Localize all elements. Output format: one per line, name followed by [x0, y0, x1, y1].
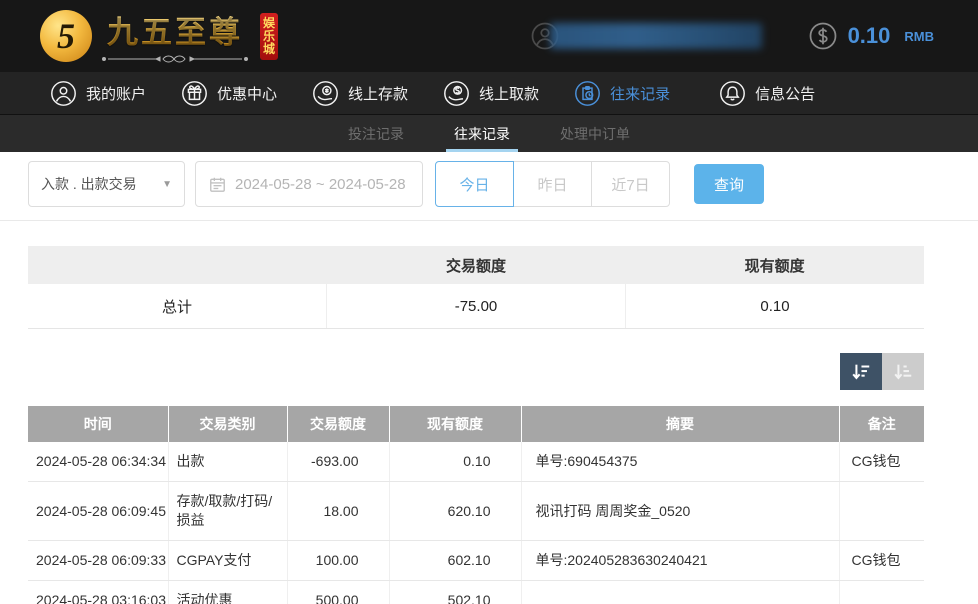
cell-summary [521, 581, 839, 604]
summary-header-row: 交易额度 现有额度 [28, 246, 924, 284]
cell-type: 活动优惠 [168, 581, 287, 604]
balance-amount: 0.10 [848, 23, 891, 49]
cell-balance: 602.10 [389, 541, 521, 581]
divider [0, 220, 978, 221]
logo-flourish-icon [100, 53, 250, 65]
cell-note: CG钱包 [839, 442, 924, 482]
cell-trade-amount: 500.00 [287, 581, 389, 604]
summary-total-row: 总计 -75.00 0.10 [28, 284, 924, 329]
tab-pending-orders[interactable]: 处理中订单 [554, 115, 636, 152]
user-icon [50, 80, 77, 107]
gift-icon [181, 80, 208, 107]
date-range-input[interactable]: 2024-05-28 ~ 2024-05-28 [195, 161, 423, 207]
summary-table: 交易额度 现有额度 总计 -75.00 0.10 [28, 246, 924, 329]
content-area: 入款 . 出款交易 ▼ 2024-05-28 ~ 2024-05-28 今日 昨… [0, 161, 978, 604]
nav-label: 线上取款 [479, 83, 539, 104]
cell-trade-amount: 18.00 [287, 482, 389, 541]
nav-label: 往来记录 [610, 83, 670, 104]
cell-type: CGPAY支付 [168, 541, 287, 581]
cell-time: 2024-05-28 06:09:33 [28, 541, 168, 581]
nav-item-promotions[interactable]: 优惠中心 [177, 80, 281, 107]
cell-trade-amount: -693.00 [287, 442, 389, 482]
nav-item-my-account[interactable]: 我的账户 [46, 80, 150, 107]
summary-header-blank [28, 246, 327, 284]
sort-ascending-button[interactable] [882, 353, 924, 390]
balance-display[interactable]: 0.10 RMB [808, 21, 934, 51]
table-row: 2024-05-28 06:09:45 存款/取款/打码/损益 18.00 62… [28, 482, 924, 541]
col-header-balance: 现有额度 [389, 406, 521, 442]
col-header-time: 时间 [28, 406, 168, 442]
summary-header-trade-amount: 交易额度 [327, 246, 626, 284]
site-logo[interactable]: 5 九五至尊 娱 乐 城 [40, 7, 278, 65]
filter-row: 入款 . 出款交易 ▼ 2024-05-28 ~ 2024-05-28 今日 昨… [28, 161, 978, 207]
balance-currency: RMB [904, 29, 934, 44]
cell-summary: 视讯打码 周周奖金_0520 [521, 482, 839, 541]
cell-balance: 0.10 [389, 442, 521, 482]
record-tabs: 投注记录 往来记录 处理中订单 [0, 115, 978, 152]
summary-balance-total: 0.10 [625, 284, 924, 328]
transactions-table: 时间 交易类别 交易额度 现有额度 摘要 备注 2024-05-28 06:34… [28, 406, 924, 604]
records-icon [574, 80, 601, 107]
username-chip[interactable] [530, 21, 762, 51]
nav-item-transactions[interactable]: 往来记录 [570, 80, 674, 107]
col-header-trade-amount: 交易额度 [287, 406, 389, 442]
col-header-note: 备注 [839, 406, 924, 442]
transaction-type-select[interactable]: 入款 . 出款交易 ▼ [28, 161, 185, 207]
sort-ascending-icon [892, 361, 914, 383]
cell-time: 2024-05-28 03:16:03 [28, 581, 168, 604]
today-button[interactable]: 今日 [435, 161, 514, 207]
tab-transaction-records[interactable]: 往来记录 [448, 115, 516, 152]
logo-monogram-icon: 5 [40, 10, 92, 62]
table-row: 2024-05-28 06:34:34 出款 -693.00 0.10 单号:6… [28, 442, 924, 482]
nav-label: 信息公告 [755, 83, 815, 104]
nav-label: 优惠中心 [217, 83, 277, 104]
summary-trade-total: -75.00 [326, 284, 625, 328]
cell-time: 2024-05-28 06:34:34 [28, 442, 168, 482]
nav-item-withdraw[interactable]: 线上取款 [439, 80, 543, 107]
logo-badge: 娱 乐 城 [260, 13, 278, 60]
sort-controls [0, 353, 924, 390]
withdraw-icon [443, 80, 470, 107]
col-header-summary: 摘要 [521, 406, 839, 442]
quick-range-group: 今日 昨日 近7日 [435, 161, 670, 207]
cell-note: CG钱包 [839, 541, 924, 581]
cell-trade-amount: 100.00 [287, 541, 389, 581]
sort-descending-icon [850, 361, 872, 383]
tab-betting-records[interactable]: 投注记录 [342, 115, 410, 152]
table-row: 2024-05-28 06:09:33 CGPAY支付 100.00 602.1… [28, 541, 924, 581]
dollar-coin-icon [808, 21, 838, 51]
cell-summary: 单号:202405283630240421 [521, 541, 839, 581]
date-range-value: 2024-05-28 ~ 2024-05-28 [235, 176, 406, 193]
cell-note [839, 482, 924, 541]
deposit-icon [312, 80, 339, 107]
cell-time: 2024-05-28 06:09:45 [28, 482, 168, 541]
nav-item-deposit[interactable]: 线上存款 [308, 80, 412, 107]
table-row: 2024-05-28 03:16:03 活动优惠 500.00 502.10 [28, 581, 924, 604]
top-header: 5 九五至尊 娱 乐 城 [0, 0, 978, 72]
cell-type: 存款/取款/打码/损益 [168, 482, 287, 541]
cell-balance: 502.10 [389, 581, 521, 604]
chevron-down-icon: ▼ [162, 179, 172, 190]
blurred-username [550, 23, 762, 49]
search-button[interactable]: 查询 [694, 164, 764, 204]
summary-header-balance: 现有额度 [625, 246, 924, 284]
table-header-row: 时间 交易类别 交易额度 现有额度 摘要 备注 [28, 406, 924, 442]
cell-summary: 单号:690454375 [521, 442, 839, 482]
cell-balance: 620.10 [389, 482, 521, 541]
last7days-button[interactable]: 近7日 [591, 161, 670, 207]
bell-icon [719, 80, 746, 107]
main-nav: 我的账户 优惠中心 线上存款 线上取款 [0, 72, 978, 115]
cell-type: 出款 [168, 442, 287, 482]
cell-note [839, 581, 924, 604]
nav-label: 线上存款 [348, 83, 408, 104]
calendar-icon [208, 175, 227, 194]
nav-label: 我的账户 [86, 83, 146, 104]
yesterday-button[interactable]: 昨日 [513, 161, 592, 207]
transaction-type-value: 入款 . 出款交易 [41, 174, 137, 194]
col-header-type: 交易类别 [168, 406, 287, 442]
brand-title: 九五至尊 [107, 7, 243, 52]
summary-total-label: 总计 [28, 284, 326, 328]
nav-item-announcements[interactable]: 信息公告 [715, 80, 819, 107]
sort-descending-button[interactable] [840, 353, 882, 390]
